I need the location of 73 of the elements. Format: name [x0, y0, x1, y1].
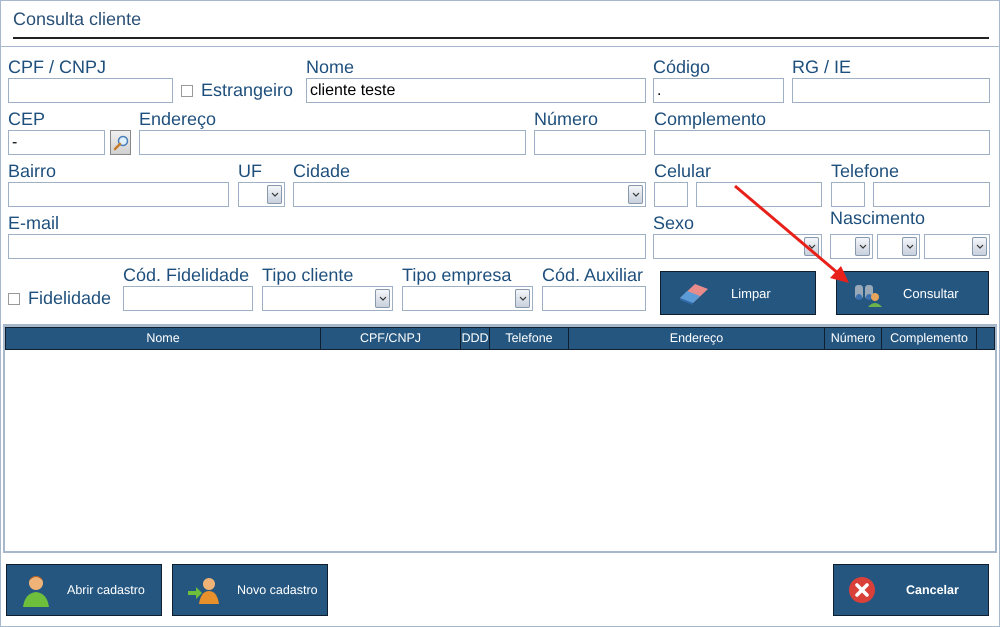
field-label: RG / IE [792, 57, 852, 78]
input-field[interactable] [139, 130, 526, 155]
dropdown-field[interactable] [924, 234, 990, 259]
field-label: Código [653, 57, 712, 78]
dropdown-field[interactable] [653, 234, 822, 259]
chevron-icon [808, 244, 816, 249]
input-field[interactable] [792, 78, 990, 103]
field-label: Endereço [139, 109, 218, 130]
chevron-icon [632, 192, 640, 197]
chevron-icon [976, 244, 984, 249]
dropdown-field[interactable] [262, 286, 393, 311]
phone-field[interactable] [873, 182, 990, 207]
input-field[interactable] [654, 130, 990, 155]
dropdown-field[interactable] [293, 182, 646, 207]
column-header[interactable]: Número [825, 328, 882, 349]
person-add-icon [187, 576, 221, 604]
checkbox[interactable] [181, 84, 193, 96]
field-label: Sexo [653, 213, 696, 234]
chevron-icon [858, 244, 866, 249]
field-label: Tipo empresa [402, 265, 512, 286]
column-header[interactable]: Telefone [490, 328, 569, 349]
area-code-field[interactable] [831, 182, 865, 207]
field-label: Tipo cliente [262, 265, 354, 286]
footer-button[interactable]: Novo cadastro [172, 564, 328, 616]
input-field[interactable] [8, 182, 229, 207]
field-label: CPF / CNPJ [8, 57, 108, 78]
field-label: Nascimento [830, 208, 926, 229]
window-title: Consulta cliente [13, 9, 989, 39]
chevron-icon [270, 192, 278, 197]
input-field[interactable]: . [653, 78, 784, 103]
checkbox-label: Fidelidade [28, 288, 112, 309]
dropdown-field[interactable] [877, 234, 920, 259]
field-label: Cód. Fidelidade [123, 265, 250, 286]
field-label: Bairro [8, 161, 58, 182]
input-field[interactable] [8, 78, 173, 103]
field-label: UF [238, 161, 263, 182]
chevron-icon [378, 296, 386, 301]
column-header[interactable]: CPF/CNPJ [321, 328, 461, 349]
column-header[interactable]: Nome [6, 328, 321, 349]
search-icon [112, 134, 128, 150]
checkbox[interactable] [8, 292, 20, 304]
chevron-icon [518, 296, 526, 301]
phone-field[interactable] [696, 182, 822, 207]
field-label: Cidade [293, 161, 352, 182]
close-icon [848, 576, 876, 604]
input-field[interactable] [534, 130, 646, 155]
field-label: Celular [654, 161, 712, 182]
column-header[interactable]: DDD [461, 328, 490, 349]
checkbox-label: Estrangeiro [201, 80, 294, 101]
input-field[interactable] [8, 234, 646, 259]
field-label: Cód. Auxiliar [542, 265, 644, 286]
action-button[interactable]: Consultar [836, 271, 989, 315]
footer-button[interactable]: Cancelar [833, 564, 989, 616]
field-label: E-mail [8, 213, 60, 234]
column-header[interactable]: Complemento [882, 328, 977, 349]
column-header[interactable]: Endereço [569, 328, 825, 349]
dropdown-field[interactable] [830, 234, 873, 259]
area-code-field[interactable] [654, 182, 688, 207]
field-label: Complemento [654, 109, 768, 130]
field-label: CEP [8, 109, 46, 130]
input-field[interactable] [123, 286, 253, 311]
field-label: Telefone [831, 161, 900, 182]
field-label: Nome [306, 57, 356, 78]
footer-button[interactable]: Abrir cadastro [6, 564, 162, 616]
field-label: Número [534, 109, 600, 130]
input-field[interactable]: - [8, 130, 105, 155]
chevron-icon [906, 244, 914, 249]
action-button[interactable]: Limpar [660, 271, 816, 315]
dropdown-field[interactable] [402, 286, 533, 311]
input-field[interactable]: cliente teste [306, 78, 646, 103]
search-button[interactable] [110, 130, 131, 155]
dropdown-field[interactable] [238, 182, 285, 207]
input-field[interactable] [542, 286, 646, 311]
